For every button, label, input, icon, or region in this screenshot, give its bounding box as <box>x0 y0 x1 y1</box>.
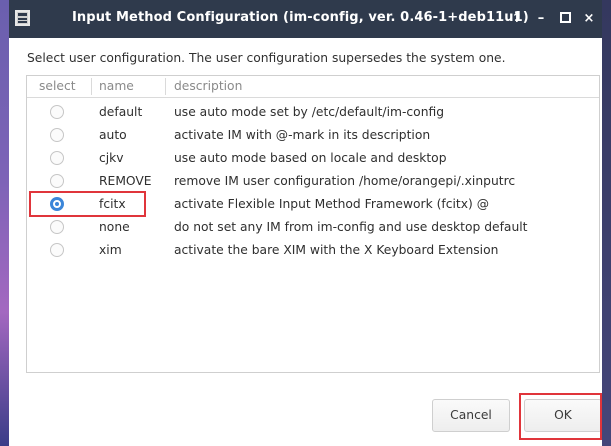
list-row-cjkv[interactable]: cjkv use auto mode based on locale and d… <box>27 147 599 170</box>
row-description: use auto mode set by /etc/default/im-con… <box>174 105 445 119</box>
row-name: none <box>99 220 130 234</box>
ok-button[interactable]: OK <box>524 399 602 432</box>
column-header-description[interactable]: description <box>174 79 242 93</box>
app-menu-icon[interactable] <box>15 10 30 26</box>
keep-above-button[interactable]: ↑ <box>507 9 527 29</box>
radio-none[interactable] <box>50 220 64 234</box>
radio-cjkv[interactable] <box>50 151 64 165</box>
row-name: xim <box>99 243 122 257</box>
row-name: default <box>99 105 143 119</box>
maximize-icon <box>559 11 571 23</box>
radio-default[interactable] <box>50 105 64 119</box>
column-separator <box>165 78 166 95</box>
im-config-list[interactable]: select name description default use auto… <box>26 75 600 373</box>
column-separator <box>91 78 92 95</box>
row-description: use auto mode based on locale and deskto… <box>174 151 447 165</box>
list-row-remove[interactable]: REMOVE remove IM user configuration /hom… <box>27 170 599 193</box>
row-description: activate Flexible Input Method Framework… <box>174 197 490 211</box>
list-row-xim[interactable]: xim activate the bare XIM with the X Key… <box>27 239 599 262</box>
row-description: activate IM with @-mark in its descripti… <box>174 128 431 142</box>
column-header-name[interactable]: name <box>99 79 134 93</box>
cancel-button[interactable]: Cancel <box>432 399 510 432</box>
minimize-button[interactable]: – <box>531 9 551 29</box>
radio-remove[interactable] <box>50 174 64 188</box>
maximize-button[interactable] <box>555 9 575 29</box>
column-header-select[interactable]: select <box>39 79 76 93</box>
list-row-auto[interactable]: auto activate IM with @-mark in its desc… <box>27 124 599 147</box>
desktop-background-right <box>602 0 611 446</box>
radio-auto[interactable] <box>50 128 64 142</box>
window-title: Input Method Configuration (im-config, v… <box>72 10 529 25</box>
row-description: remove IM user configuration /home/orang… <box>174 174 516 188</box>
radio-fcitx[interactable] <box>50 197 64 211</box>
desktop-background-left <box>0 0 9 446</box>
instruction-text: Select user configuration. The user conf… <box>27 51 506 65</box>
row-name: cjkv <box>99 151 124 165</box>
close-button[interactable]: × <box>579 9 599 29</box>
im-config-dialog: Input Method Configuration (im-config, v… <box>9 0 602 446</box>
row-name: auto <box>99 128 127 142</box>
list-row-none[interactable]: none do not set any IM from im-config an… <box>27 216 599 239</box>
row-name: REMOVE <box>99 174 152 188</box>
radio-xim[interactable] <box>50 243 64 257</box>
row-description: do not set any IM from im-config and use… <box>174 220 528 234</box>
list-row-fcitx[interactable]: fcitx activate Flexible Input Method Fra… <box>27 193 599 216</box>
list-header: select name description <box>27 76 599 98</box>
row-description: activate the bare XIM with the X Keyboar… <box>174 243 499 257</box>
row-name: fcitx <box>99 197 126 211</box>
title-bar[interactable]: Input Method Configuration (im-config, v… <box>9 0 602 38</box>
list-row-default[interactable]: default use auto mode set by /etc/defaul… <box>27 101 599 124</box>
